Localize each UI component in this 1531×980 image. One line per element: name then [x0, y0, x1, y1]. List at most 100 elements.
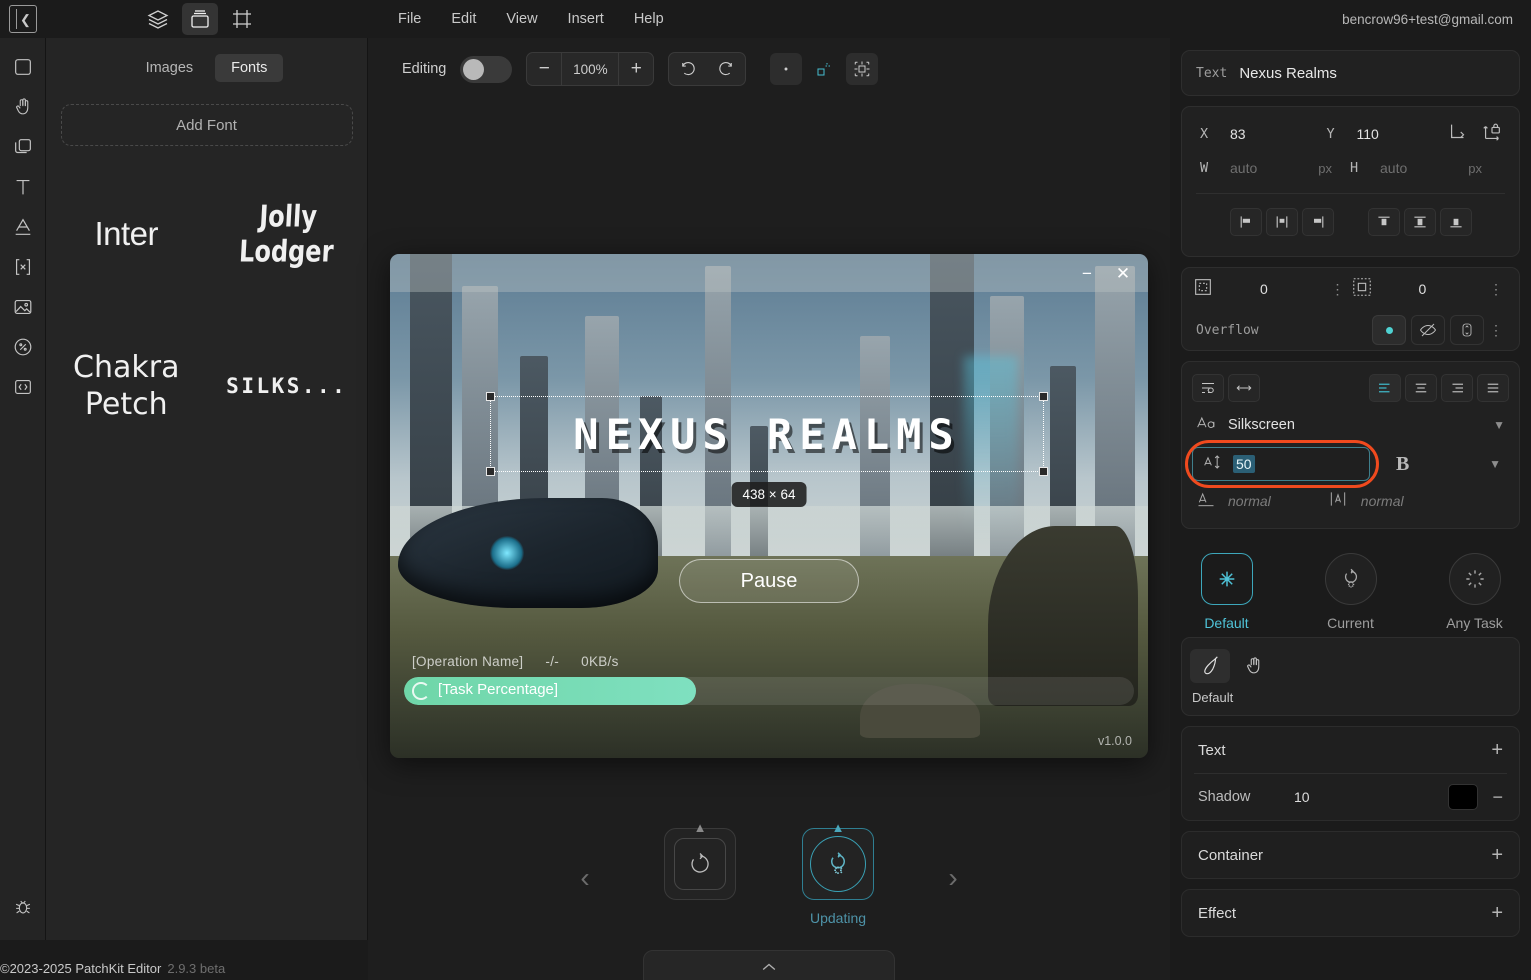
- menu-help[interactable]: Help: [622, 6, 676, 32]
- snap-point-icon[interactable]: [770, 53, 803, 85]
- text-tool-icon[interactable]: [6, 170, 40, 204]
- state-current[interactable]: Current: [1309, 553, 1393, 631]
- w-unit[interactable]: px: [1318, 161, 1338, 176]
- minimize-button[interactable]: −: [1072, 260, 1102, 286]
- state-card-refresh[interactable]: ▲: [657, 821, 743, 910]
- text-align-right-icon[interactable]: [1441, 374, 1473, 402]
- bold-button[interactable]: B: [1396, 453, 1409, 476]
- snap-grid-icon[interactable]: [846, 53, 879, 85]
- pointer-hand-tool-icon[interactable]: [6, 90, 40, 124]
- h-value[interactable]: auto: [1380, 160, 1407, 176]
- add-text-property-button[interactable]: +: [1491, 740, 1503, 760]
- resize-handle-top-left[interactable]: [486, 392, 495, 401]
- state-default[interactable]: Default: [1185, 553, 1269, 631]
- y-field[interactable]: Y 110: [1321, 119, 1448, 149]
- margin-value[interactable]: 0: [1419, 281, 1427, 297]
- state-card-box[interactable]: ▲: [664, 821, 736, 900]
- element-name-card[interactable]: Text Nexus Realms: [1181, 50, 1520, 96]
- frame-icon[interactable]: [224, 3, 260, 35]
- align-middle-icon[interactable]: [1403, 208, 1436, 236]
- letter-spacing-value[interactable]: normal: [1361, 493, 1404, 509]
- font-item-jolly-lodger[interactable]: Jolly Lodger: [207, 186, 368, 282]
- percent-tool-icon[interactable]: [6, 330, 40, 364]
- tab-fonts[interactable]: Fonts: [215, 54, 284, 82]
- align-right-icon[interactable]: [1301, 208, 1334, 236]
- undo-icon[interactable]: [669, 53, 707, 85]
- align-left-icon[interactable]: [1229, 208, 1262, 236]
- h-field[interactable]: H auto px: [1344, 153, 1494, 183]
- account-email[interactable]: bencrow96+test@gmail.com: [1342, 0, 1513, 38]
- font-size-value[interactable]: 50: [1233, 455, 1255, 473]
- bottom-drawer-handle[interactable]: [643, 950, 895, 980]
- margin-more-icon[interactable]: ⋮: [1489, 282, 1509, 296]
- font-item-silkscreen[interactable]: SILKS...: [207, 338, 368, 434]
- x-field[interactable]: X 83: [1194, 119, 1321, 149]
- image-tool-icon[interactable]: [6, 290, 40, 324]
- assets-folder-icon[interactable]: [182, 3, 218, 35]
- shadow-value[interactable]: 10: [1294, 789, 1310, 805]
- editing-toggle[interactable]: [460, 55, 513, 83]
- align-bottom-icon[interactable]: [1439, 208, 1472, 236]
- snap-object-icon[interactable]: [808, 53, 840, 85]
- aspect-lock-icon[interactable]: [1481, 121, 1503, 148]
- collapse-panel-button[interactable]: ❮: [0, 0, 46, 38]
- margin-group[interactable]: 0 ⋮: [1351, 276, 1510, 303]
- font-item-inter[interactable]: Inter: [46, 186, 207, 282]
- text-align-left-icon[interactable]: [1369, 374, 1401, 402]
- text-align-justify-icon[interactable]: [1477, 374, 1509, 402]
- zoom-in-button[interactable]: +: [619, 53, 653, 85]
- add-container-property-button[interactable]: +: [1491, 845, 1503, 865]
- add-font-button[interactable]: Add Font: [60, 104, 353, 146]
- anchor-corner-icon[interactable]: [1447, 121, 1469, 148]
- game-preview-window[interactable]: − ✕ NEXUS REALMS 438 × 64 Pause [Operati…: [390, 254, 1148, 758]
- section-effect-header[interactable]: Effect +: [1182, 890, 1519, 936]
- overflow-visible-icon[interactable]: [1372, 315, 1406, 345]
- remove-shadow-button[interactable]: −: [1492, 788, 1503, 806]
- resize-handle-bottom-right[interactable]: [1039, 467, 1048, 476]
- align-center-icon[interactable]: [1265, 208, 1298, 236]
- overflow-hidden-icon[interactable]: [1411, 315, 1445, 345]
- state-any-task[interactable]: Any Task: [1433, 553, 1517, 631]
- font-family-value[interactable]: Silkscreen: [1228, 417, 1295, 433]
- code-tool-icon[interactable]: [6, 370, 40, 404]
- state-card-updating[interactable]: ▲ Updating: [795, 821, 881, 926]
- font-size-field[interactable]: 50: [1192, 447, 1370, 481]
- x-value[interactable]: 83: [1230, 126, 1246, 142]
- hand-icon[interactable]: [1234, 649, 1274, 683]
- pause-button[interactable]: Pause: [679, 559, 859, 603]
- redo-icon[interactable]: [707, 53, 745, 85]
- duplicate-tool-icon[interactable]: [6, 130, 40, 164]
- font-family-row[interactable]: Silkscreen ▼: [1192, 406, 1509, 444]
- section-text-header[interactable]: Text +: [1182, 727, 1519, 773]
- w-value[interactable]: auto: [1230, 160, 1257, 176]
- brush-icon[interactable]: [1190, 649, 1230, 683]
- bug-report-icon[interactable]: [6, 890, 40, 924]
- y-value[interactable]: 110: [1357, 126, 1379, 142]
- tab-images[interactable]: Images: [130, 54, 210, 82]
- resize-handle-bottom-left[interactable]: [486, 467, 495, 476]
- menu-file[interactable]: File: [386, 6, 433, 32]
- carousel-next-button[interactable]: ›: [933, 828, 973, 928]
- overflow-more-icon[interactable]: ⋮: [1489, 323, 1509, 337]
- add-effect-property-button[interactable]: +: [1491, 903, 1503, 923]
- chevron-down-icon[interactable]: ▼: [1493, 418, 1505, 432]
- section-container-header[interactable]: Container +: [1182, 832, 1519, 878]
- font-tool-icon[interactable]: [6, 210, 40, 244]
- overflow-scroll-icon[interactable]: [1450, 315, 1484, 345]
- padding-value[interactable]: 0: [1260, 281, 1268, 297]
- h-unit[interactable]: px: [1468, 161, 1488, 176]
- menu-insert[interactable]: Insert: [556, 6, 616, 32]
- padding-group[interactable]: 0 ⋮: [1192, 276, 1351, 303]
- font-item-chakra-petch[interactable]: Chakra Petch: [46, 338, 207, 434]
- text-nowrap-icon[interactable]: [1228, 374, 1260, 402]
- text-align-center-icon[interactable]: [1405, 374, 1437, 402]
- text-wrap-icon[interactable]: [1192, 374, 1224, 402]
- padding-more-icon[interactable]: ⋮: [1331, 282, 1351, 296]
- layers-icon[interactable]: [140, 3, 176, 35]
- line-height-value[interactable]: normal: [1228, 493, 1271, 509]
- zoom-out-button[interactable]: −: [527, 53, 561, 85]
- w-field[interactable]: W auto px: [1194, 153, 1344, 183]
- align-top-icon[interactable]: [1367, 208, 1400, 236]
- menu-view[interactable]: View: [494, 6, 549, 32]
- zoom-value[interactable]: 100%: [561, 53, 620, 85]
